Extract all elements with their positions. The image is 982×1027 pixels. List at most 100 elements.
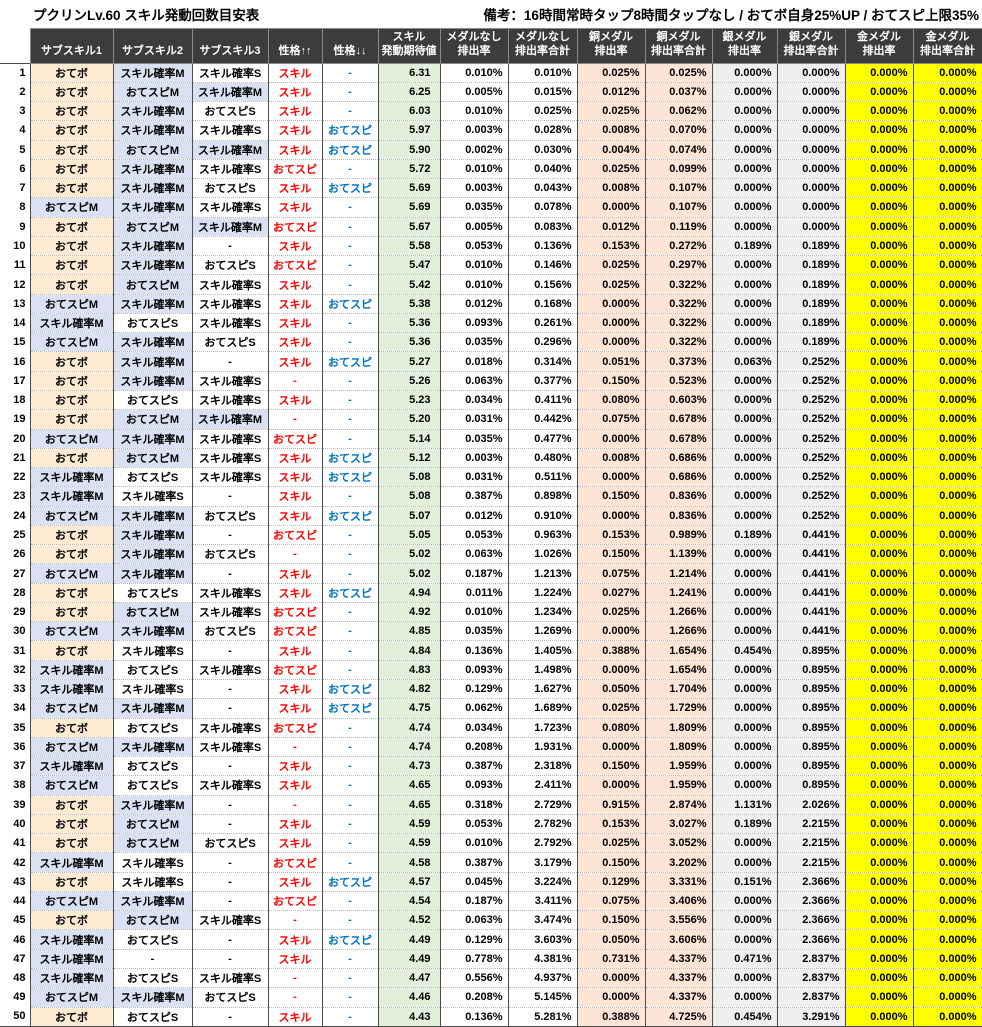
nature-up-cell[interactable]: スキル bbox=[268, 448, 322, 467]
skill-expect-cell[interactable]: 4.57 bbox=[378, 872, 440, 891]
subskill2-cell[interactable]: スキル確率M bbox=[113, 737, 192, 756]
gold-medal-total-cell[interactable]: 0.000% bbox=[913, 660, 982, 679]
subskill2-cell[interactable]: スキル確率M bbox=[113, 102, 192, 121]
silver-medal-rate-cell[interactable]: 1.131% bbox=[712, 795, 777, 814]
gold-medal-total-cell[interactable]: 0.000% bbox=[913, 718, 982, 737]
silver-medal-total-cell[interactable]: 2.366% bbox=[777, 891, 845, 910]
subskill2-cell[interactable]: おてスピS bbox=[113, 313, 192, 332]
subskill2-cell[interactable]: おてスピM bbox=[113, 275, 192, 294]
subskill1-cell[interactable]: おてボ bbox=[30, 102, 113, 121]
none-medal-rate-cell[interactable]: 0.778% bbox=[440, 949, 508, 968]
skill-expect-cell[interactable]: 4.74 bbox=[378, 737, 440, 756]
nature-down-cell[interactable]: - bbox=[322, 1007, 378, 1026]
gold-medal-rate-cell[interactable]: 0.000% bbox=[845, 622, 913, 641]
nature-down-cell[interactable]: - bbox=[322, 236, 378, 255]
skill-expect-cell[interactable]: 5.38 bbox=[378, 294, 440, 313]
gold-medal-total-cell[interactable]: 0.000% bbox=[913, 545, 982, 564]
subskill3-cell[interactable]: スキル確率M bbox=[192, 140, 268, 159]
none-medal-rate-cell[interactable]: 0.063% bbox=[440, 545, 508, 564]
none-medal-total-cell[interactable]: 0.030% bbox=[508, 140, 577, 159]
bronze-medal-total-cell[interactable]: 0.272% bbox=[645, 236, 712, 255]
nature-down-cell[interactable]: - bbox=[322, 275, 378, 294]
silver-medal-rate-cell[interactable]: 0.000% bbox=[712, 583, 777, 602]
gold-medal-total-cell[interactable]: 0.000% bbox=[913, 853, 982, 872]
gold-medal-total-cell[interactable]: 0.000% bbox=[913, 256, 982, 275]
bronze-medal-rate-cell[interactable]: 0.000% bbox=[577, 429, 645, 448]
gold-medal-total-cell[interactable]: 0.000% bbox=[913, 217, 982, 236]
none-medal-rate-cell[interactable]: 0.035% bbox=[440, 622, 508, 641]
subskill1-cell[interactable]: おてボ bbox=[30, 256, 113, 275]
none-medal-total-cell[interactable]: 2.782% bbox=[508, 814, 577, 833]
subskill1-cell[interactable]: おてボ bbox=[30, 275, 113, 294]
nature-down-cell[interactable]: - bbox=[322, 82, 378, 101]
bronze-medal-total-cell[interactable]: 4.337% bbox=[645, 949, 712, 968]
subskill2-cell[interactable]: おてスピM bbox=[113, 140, 192, 159]
bronze-medal-rate-cell[interactable]: 0.008% bbox=[577, 121, 645, 140]
gold-medal-total-cell[interactable]: 0.000% bbox=[913, 121, 982, 140]
nature-up-cell[interactable]: スキル bbox=[268, 391, 322, 410]
nature-down-cell[interactable]: - bbox=[322, 757, 378, 776]
bronze-medal-rate-cell[interactable]: 0.025% bbox=[577, 256, 645, 275]
none-medal-rate-cell[interactable]: 0.053% bbox=[440, 814, 508, 833]
skill-expect-cell[interactable]: 6.31 bbox=[378, 63, 440, 82]
gold-medal-rate-cell[interactable]: 0.000% bbox=[845, 198, 913, 217]
bronze-medal-total-cell[interactable]: 2.874% bbox=[645, 795, 712, 814]
bronze-medal-total-cell[interactable]: 0.836% bbox=[645, 487, 712, 506]
gold-medal-rate-cell[interactable]: 0.000% bbox=[845, 718, 913, 737]
bronze-medal-total-cell[interactable]: 3.331% bbox=[645, 872, 712, 891]
subskill3-cell[interactable]: おてスピS bbox=[192, 333, 268, 352]
bronze-medal-total-cell[interactable]: 1.809% bbox=[645, 737, 712, 756]
nature-down-cell[interactable]: - bbox=[322, 641, 378, 660]
subskill3-cell[interactable]: おてスピS bbox=[192, 506, 268, 525]
subskill2-cell[interactable]: スキル確率M bbox=[113, 198, 192, 217]
none-medal-rate-cell[interactable]: 0.010% bbox=[440, 256, 508, 275]
subskill1-cell[interactable]: おてボ bbox=[30, 1007, 113, 1026]
gold-medal-total-cell[interactable]: 0.000% bbox=[913, 737, 982, 756]
silver-medal-total-cell[interactable]: 2.837% bbox=[777, 988, 845, 1007]
subskill2-cell[interactable]: スキル確率M bbox=[113, 699, 192, 718]
silver-medal-total-cell[interactable]: 0.252% bbox=[777, 410, 845, 429]
gold-medal-total-cell[interactable]: 0.000% bbox=[913, 448, 982, 467]
silver-medal-rate-cell[interactable]: 0.000% bbox=[712, 448, 777, 467]
gold-medal-rate-cell[interactable]: 0.000% bbox=[845, 429, 913, 448]
bronze-medal-rate-cell[interactable]: 0.025% bbox=[577, 159, 645, 178]
gold-medal-total-cell[interactable]: 0.000% bbox=[913, 795, 982, 814]
skill-expect-cell[interactable]: 5.14 bbox=[378, 429, 440, 448]
nature-up-cell[interactable]: おてスピ bbox=[268, 429, 322, 448]
subskill3-cell[interactable]: - bbox=[192, 795, 268, 814]
none-medal-total-cell[interactable]: 0.043% bbox=[508, 179, 577, 198]
subskill3-cell[interactable]: おてスピS bbox=[192, 102, 268, 121]
subskill1-cell[interactable]: おてボ bbox=[30, 140, 113, 159]
silver-medal-total-cell[interactable]: 2.215% bbox=[777, 853, 845, 872]
skill-expect-cell[interactable]: 4.54 bbox=[378, 891, 440, 910]
nature-down-cell[interactable]: - bbox=[322, 949, 378, 968]
subskill2-cell[interactable]: おてスピS bbox=[113, 468, 192, 487]
bronze-medal-total-cell[interactable]: 0.025% bbox=[645, 63, 712, 82]
subskill3-cell[interactable]: - bbox=[192, 949, 268, 968]
bronze-medal-rate-cell[interactable]: 0.080% bbox=[577, 391, 645, 410]
bronze-medal-rate-cell[interactable]: 0.000% bbox=[577, 968, 645, 987]
gold-medal-total-cell[interactable]: 0.000% bbox=[913, 410, 982, 429]
none-medal-total-cell[interactable]: 1.269% bbox=[508, 622, 577, 641]
subskill1-cell[interactable]: おてスピM bbox=[30, 564, 113, 583]
silver-medal-total-cell[interactable]: 0.895% bbox=[777, 680, 845, 699]
none-medal-rate-cell[interactable]: 0.005% bbox=[440, 82, 508, 101]
silver-medal-rate-cell[interactable]: 0.151% bbox=[712, 872, 777, 891]
bronze-medal-total-cell[interactable]: 1.729% bbox=[645, 699, 712, 718]
silver-medal-rate-cell[interactable]: 0.189% bbox=[712, 236, 777, 255]
subskill3-cell[interactable]: おてスピS bbox=[192, 545, 268, 564]
subskill2-cell[interactable]: スキル確率M bbox=[113, 525, 192, 544]
none-medal-total-cell[interactable]: 0.028% bbox=[508, 121, 577, 140]
gold-medal-total-cell[interactable]: 0.000% bbox=[913, 583, 982, 602]
subskill1-cell[interactable]: スキル確率M bbox=[30, 660, 113, 679]
none-medal-total-cell[interactable]: 1.689% bbox=[508, 699, 577, 718]
silver-medal-total-cell[interactable]: 3.291% bbox=[777, 1007, 845, 1026]
gold-medal-rate-cell[interactable]: 0.000% bbox=[845, 757, 913, 776]
gold-medal-rate-cell[interactable]: 0.000% bbox=[845, 988, 913, 1007]
gold-medal-total-cell[interactable]: 0.000% bbox=[913, 930, 982, 949]
none-medal-total-cell[interactable]: 1.213% bbox=[508, 564, 577, 583]
subskill2-cell[interactable]: おてスピS bbox=[113, 583, 192, 602]
bronze-medal-total-cell[interactable]: 4.337% bbox=[645, 968, 712, 987]
gold-medal-rate-cell[interactable]: 0.000% bbox=[845, 583, 913, 602]
subskill2-cell[interactable]: おてスピM bbox=[113, 602, 192, 621]
